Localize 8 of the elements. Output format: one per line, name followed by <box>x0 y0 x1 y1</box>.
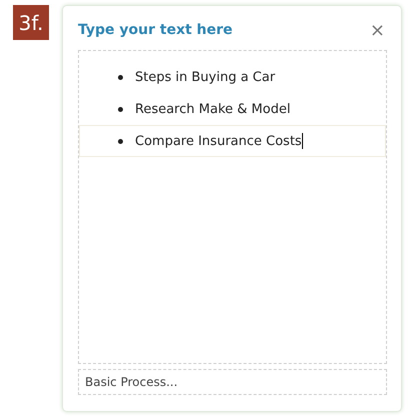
close-button[interactable]: × <box>368 20 387 40</box>
step-badge: 3f. <box>13 5 49 40</box>
pane-title: Type your text here <box>78 22 233 38</box>
bullet-item[interactable]: Steps in Buying a Car <box>79 61 386 93</box>
layout-name[interactable]: Basic Process... <box>78 369 387 395</box>
bullet-item[interactable]: Compare Insurance Costs <box>79 125 386 157</box>
text-area[interactable]: Steps in Buying a Car Research Make & Model Compare Insurance Costs <box>78 50 387 364</box>
bullet-item[interactable]: Research Make & Model <box>79 93 386 125</box>
